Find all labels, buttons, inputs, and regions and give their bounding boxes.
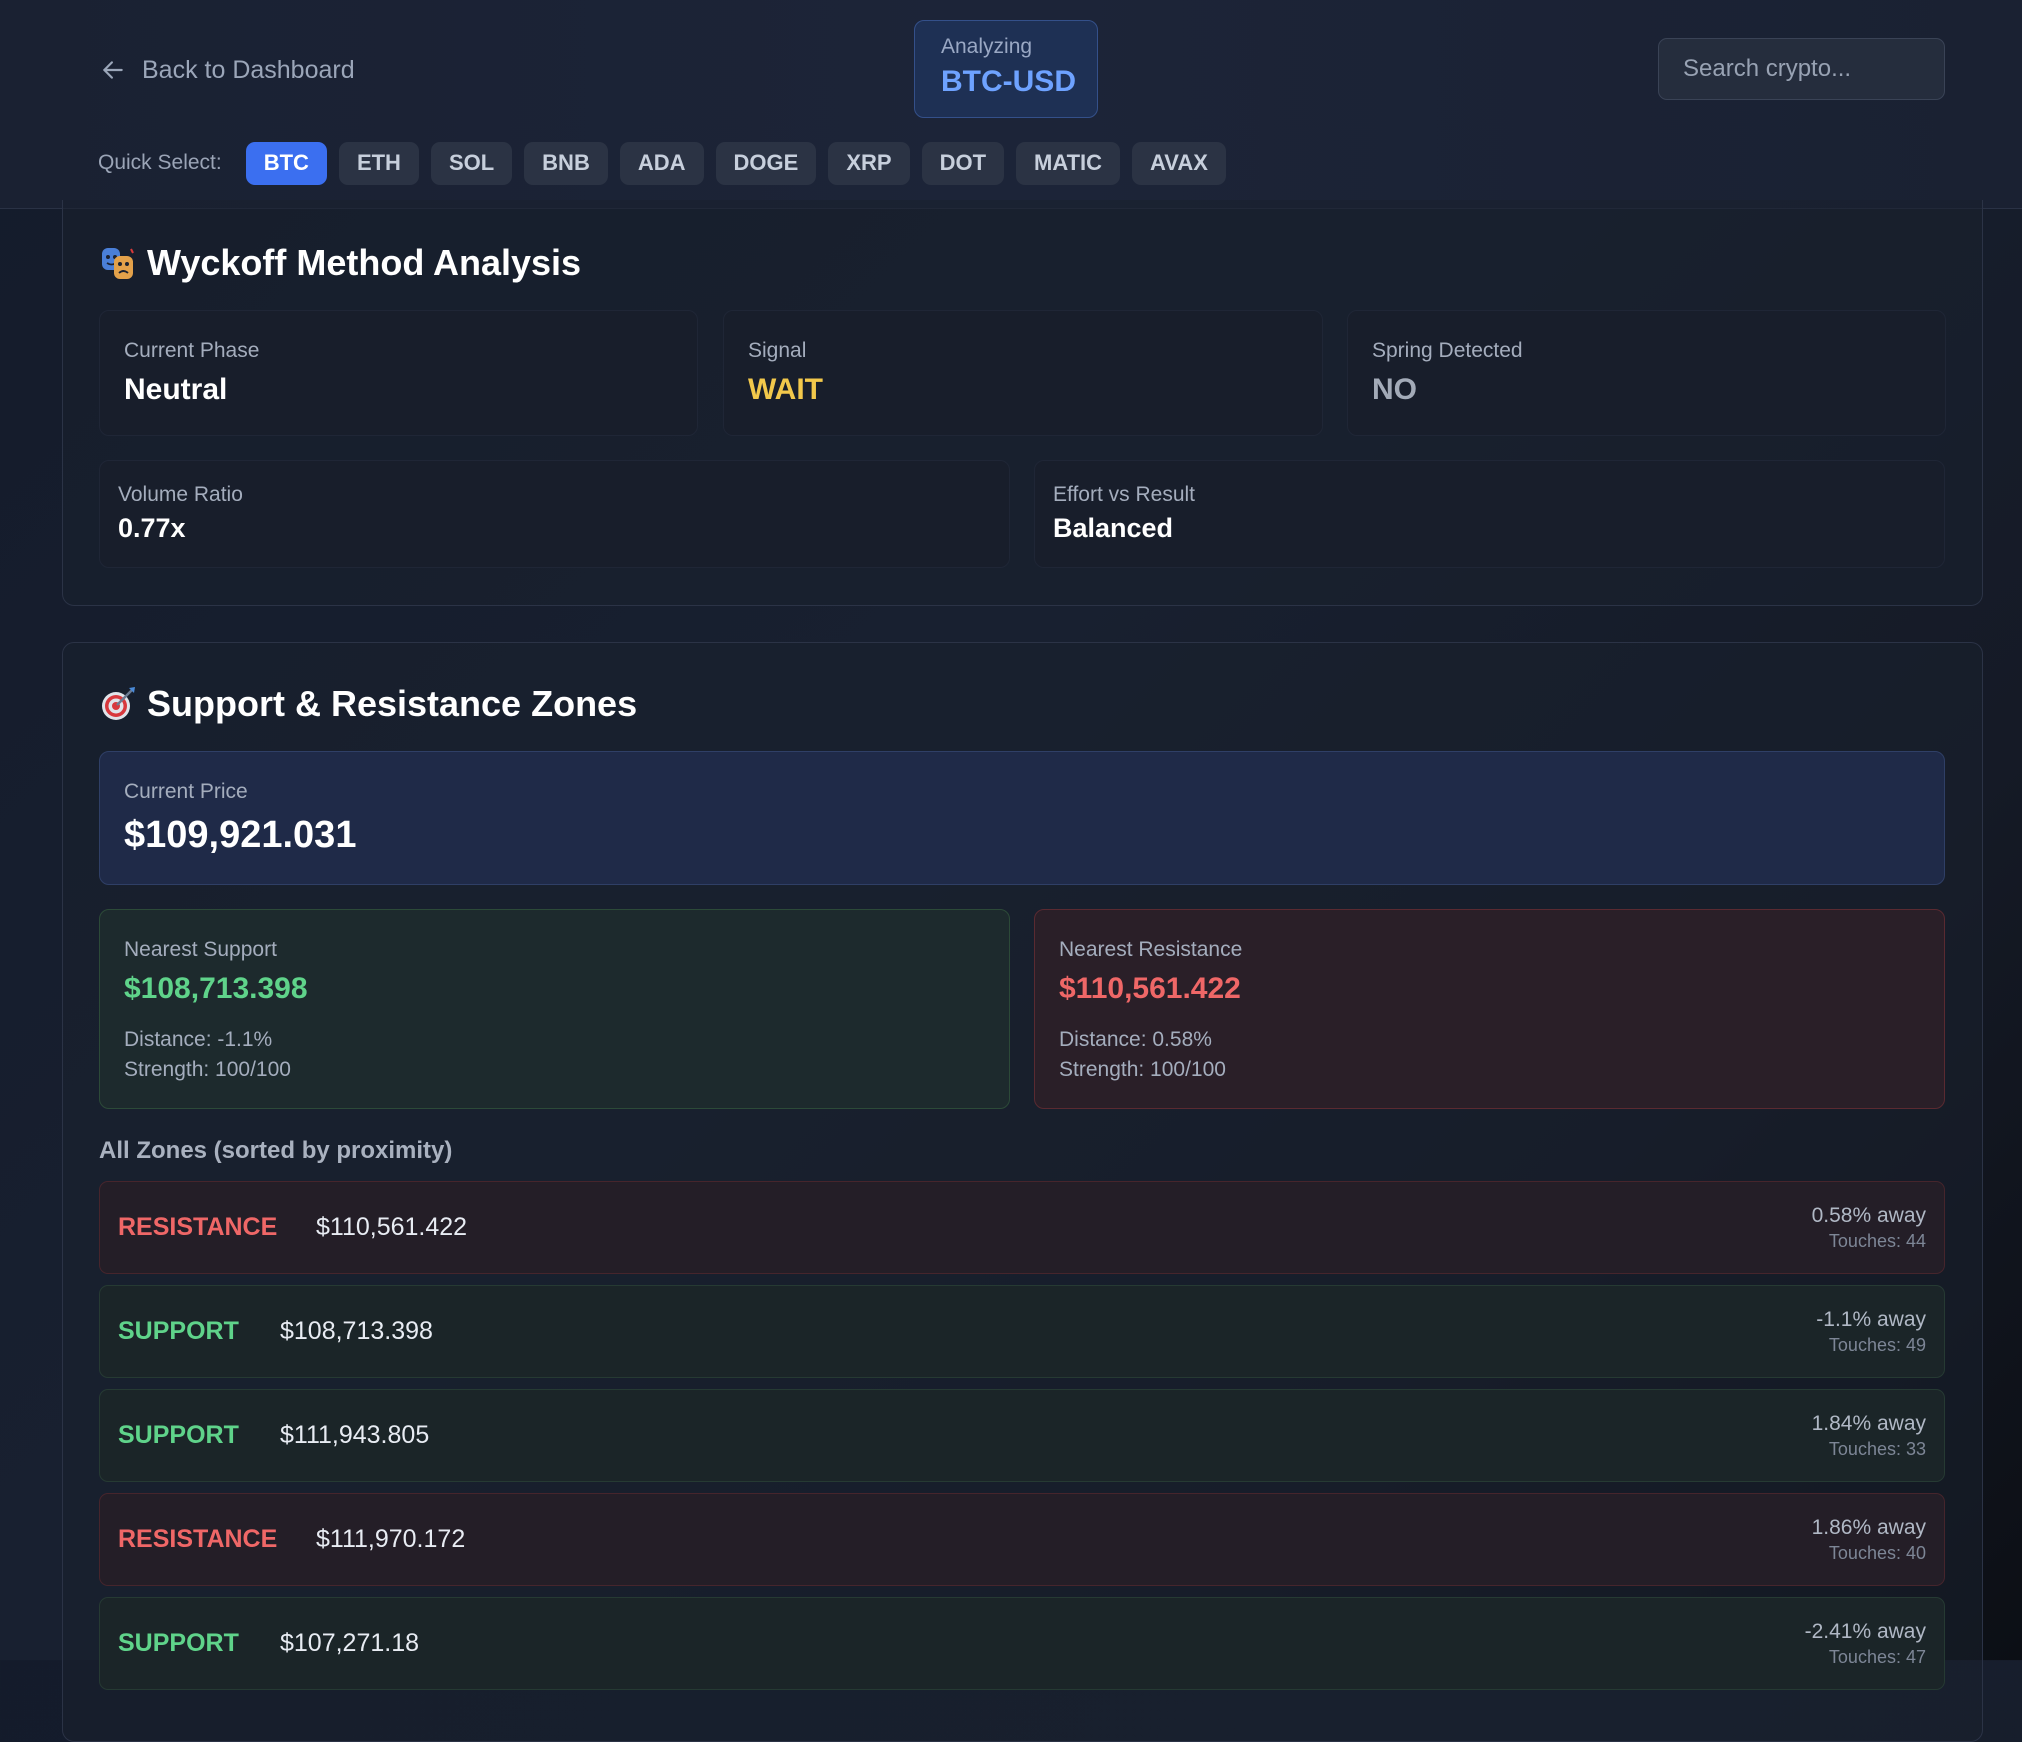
wyckoff-panel: Wyckoff Method Analysis Current Phase Ne… [62,200,1983,606]
quick-select-btc[interactable]: BTC [245,141,327,185]
effort-vs-result-label: Effort vs Result [1053,483,1195,506]
zone-touches: Touches: 33 [1828,1439,1926,1459]
nearest-support-card: Nearest Support $108,713.398 Distance: -… [99,909,1010,1109]
analyzing-symbol: BTC-USD [941,65,1076,98]
wyckoff-title-text: Wyckoff Method Analysis [147,242,582,283]
zone-touches: Touches: 49 [1828,1335,1926,1355]
current-price-label: Current Price [124,780,248,803]
nearest-support-strength: Strength: 100/100 [124,1058,291,1081]
search-box[interactable] [1658,38,1993,100]
zone-distance: -2.41% away [1804,1620,1926,1643]
arrow-left-icon [103,61,123,79]
back-to-dashboard-link[interactable]: Back to Dashboard [100,50,355,90]
nearest-support-value: $108,713.398 [124,972,308,1005]
volume-ratio-value: 0.77x [118,513,186,543]
quick-select-bnb[interactable]: BNB [524,141,608,185]
current-phase-card: Current Phase Neutral [99,310,698,436]
zone-touches: Touches: 40 [1828,1543,1926,1563]
analyzing-label: Analyzing [941,35,1033,58]
theater-masks-icon [102,248,134,279]
signal-card: Signal WAIT [723,310,1323,436]
current-price-value: $109,921.031 [124,814,357,856]
zone-price: $107,271.18 [280,1629,420,1657]
wyckoff-title: Wyckoff Method Analysis [99,242,581,284]
zone-type: SUPPORT [118,1421,239,1449]
zone-type: RESISTANCE [118,1525,278,1553]
zone-row[interactable]: SUPPORT $107,271.18 -2.41% away Touches:… [99,1597,1945,1690]
zone-price: $108,713.398 [280,1317,433,1345]
zone-price: $111,943.805 [280,1421,430,1449]
support-resistance-panel: Support & Resistance Zones Current Price… [62,642,1983,1742]
quick-select-doge[interactable]: DOGE [715,141,817,185]
zone-row[interactable]: SUPPORT $111,943.805 1.84% away Touches:… [99,1389,1945,1482]
current-phase-label: Current Phase [124,339,260,362]
zone-type: SUPPORT [118,1629,239,1657]
zone-touches: Touches: 44 [1828,1231,1926,1251]
nearest-support-label: Nearest Support [124,938,277,961]
effort-vs-result-card: Effort vs Result Balanced [1034,460,1945,568]
zone-type: RESISTANCE [118,1213,278,1241]
zone-row[interactable]: RESISTANCE $111,970.172 1.86% away Touch… [99,1493,1945,1586]
search-input[interactable] [1683,55,1993,83]
quick-select-dot[interactable]: DOT [921,141,1005,185]
sr-title: Support & Resistance Zones [99,683,637,725]
zone-touches: Touches: 47 [1828,1647,1926,1667]
spring-detected-value: NO [1372,373,1417,406]
nearest-resistance-label: Nearest Resistance [1059,938,1243,961]
zone-price: $111,970.172 [316,1525,466,1553]
current-phase-value: Neutral [124,373,228,406]
volume-ratio-label: Volume Ratio [118,483,243,506]
signal-label: Signal [748,339,807,362]
volume-ratio-card: Volume Ratio 0.77x [99,460,1010,568]
current-price-card: Current Price $109,921.031 [99,751,1945,885]
all-zones-title: All Zones (sorted by proximity) [99,1137,453,1164]
effort-vs-result-value: Balanced [1053,513,1174,543]
quick-select-sol[interactable]: SOL [430,141,513,185]
quick-select-xrp[interactable]: XRP [828,141,910,185]
zone-distance: 0.58% away [1811,1204,1926,1227]
zone-type: SUPPORT [118,1317,239,1345]
signal-value: WAIT [748,373,823,406]
quick-select-label: Quick Select: [98,151,222,174]
quick-select-eth[interactable]: ETH [338,141,419,185]
quick-select-ada[interactable]: ADA [619,141,704,185]
analyzing-badge: Analyzing BTC-USD [914,20,1098,118]
sr-title-text: Support & Resistance Zones [147,683,638,724]
nearest-resistance-distance: Distance: 0.58% [1059,1028,1212,1051]
nearest-resistance-strength: Strength: 100/100 [1059,1058,1226,1081]
dart-target-icon [102,687,135,720]
spring-detected-card: Spring Detected NO [1347,310,1946,436]
zone-row[interactable]: RESISTANCE $110,561.422 0.58% away Touch… [99,1181,1945,1274]
nearest-resistance-value: $110,561.422 [1059,972,1241,1005]
zone-price: $110,561.422 [316,1213,468,1241]
quick-select-avax[interactable]: AVAX [1132,141,1226,185]
quick-select-bar: Quick Select: BTC ETH SOL BNB ADA DOGE X… [98,141,1226,185]
quick-select-matic[interactable]: MATIC [1016,141,1121,185]
nearest-resistance-card: Nearest Resistance $110,561.422 Distance… [1034,909,1945,1109]
zone-distance: 1.86% away [1811,1516,1926,1539]
zone-distance: -1.1% away [1816,1308,1926,1331]
zone-distance: 1.84% away [1811,1412,1926,1435]
nearest-support-distance: Distance: -1.1% [124,1028,273,1051]
top-header: Back to Dashboard Analyzing BTC-USD Quic… [0,0,2022,209]
back-link-label: Back to Dashboard [142,55,355,84]
zone-row[interactable]: SUPPORT $108,713.398 -1.1% away Touches:… [99,1285,1945,1378]
spring-detected-label: Spring Detected [1372,339,1523,362]
